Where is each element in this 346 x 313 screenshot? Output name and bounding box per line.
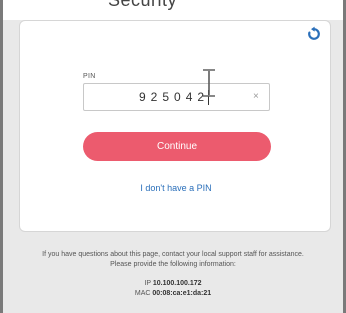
text-cursor-icon — [201, 68, 217, 98]
pin-label: PIN — [83, 73, 96, 80]
ip-value: 10.100.100.172 — [152, 280, 202, 287]
refresh-icon[interactable] — [306, 26, 322, 42]
pin-card: PIN 925042 × Continue I don't have a PIN — [19, 20, 331, 232]
no-pin-link[interactable]: I don't have a PIN — [20, 183, 332, 193]
ip-label: IP — [144, 280, 151, 287]
footer-dotted-border — [0, 306, 346, 313]
continue-button[interactable]: Continue — [83, 132, 271, 161]
footer-help-text-2: Please provide the following information… — [110, 261, 236, 268]
mac-line: MAC 00:08:ca:e1:da:21 — [0, 289, 346, 299]
footer-help-text: If you have questions about this page, c… — [42, 251, 304, 258]
mac-value: 00:08:ca:e1:da:21 — [152, 290, 212, 297]
mac-label: MAC — [134, 290, 151, 297]
top-strip: Security — [0, 0, 346, 20]
pin-input-value: 925042 — [139, 90, 210, 104]
ip-line: IP 10.100.100.172 — [0, 279, 346, 289]
clipped-header-text: Security — [108, 0, 178, 10]
clear-icon[interactable]: × — [253, 91, 259, 102]
pin-input[interactable]: 925042 × — [83, 83, 270, 111]
